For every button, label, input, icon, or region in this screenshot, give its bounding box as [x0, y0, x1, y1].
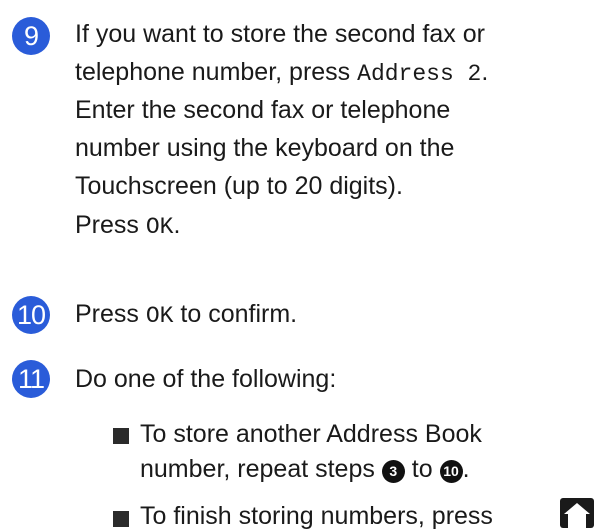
bullet-1-line-1: To store another Address Book	[140, 420, 482, 448]
bullet-2-line-1: To finish storing numbers, press	[140, 502, 493, 530]
ok-key: OK	[145, 214, 174, 240]
bullet-1-line-2: number, repeat steps 3 to 10.	[140, 455, 470, 483]
step-9-line-6: Press OK.	[75, 211, 181, 240]
step-number-badge: 9	[12, 17, 50, 55]
step-9-line-1: If you want to store the second fax or	[75, 20, 485, 48]
step-number-badge: 10	[12, 296, 50, 334]
step-9-line-2: telephone number, press Address 2.	[75, 58, 489, 87]
step-ref-10: 10	[439, 460, 463, 483]
step-number-badge: 11	[12, 360, 50, 398]
step-11-line: Do one of the following:	[75, 365, 337, 393]
address-2-key: Address 2	[357, 61, 482, 87]
home-icon	[560, 498, 594, 528]
step-ref-3: 3	[381, 460, 405, 483]
step-9-line-4: number using the keyboard on the	[75, 134, 455, 162]
step-10-line: Press OK to confirm.	[75, 300, 298, 329]
bullet-marker	[113, 511, 129, 527]
bullet-marker	[113, 428, 129, 444]
step-9-line-5: Touchscreen (up to 20 digits).	[75, 172, 403, 200]
step-9-line-3: Enter the second fax or telephone	[75, 96, 451, 124]
ok-key: OK	[145, 303, 174, 329]
